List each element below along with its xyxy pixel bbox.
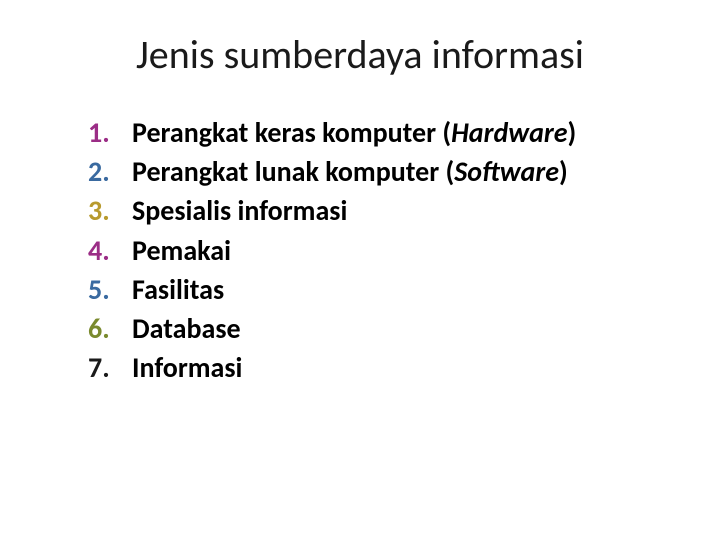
- list-item-text: Informasi: [132, 350, 242, 385]
- list-item-text: Perangkat keras komputer (: [132, 115, 451, 150]
- list-item: Pemakai: [88, 231, 632, 270]
- list-item: Database: [88, 309, 632, 348]
- list-item-text: Fasilitas: [132, 272, 224, 307]
- list-item: Perangkat keras komputer (Hardware): [88, 113, 632, 152]
- list-item-post: ): [567, 115, 576, 150]
- list-item: Perangkat lunak komputer (Software): [88, 152, 632, 191]
- list-item-text: Pemakai: [132, 233, 231, 268]
- list-item-em: Hardware: [451, 115, 567, 150]
- list-item-text: Spesialis informasi: [132, 193, 347, 228]
- slide: Jenis sumberdaya informasi Perangkat ker…: [0, 0, 720, 540]
- resource-list: Perangkat keras komputer (Hardware) Pera…: [88, 113, 632, 387]
- list-item: Fasilitas: [88, 270, 632, 309]
- list-item: Spesialis informasi: [88, 191, 632, 230]
- list-item-text: Database: [132, 311, 241, 346]
- list-item: Informasi: [88, 348, 632, 387]
- list-item-text: Perangkat lunak komputer (: [132, 154, 454, 189]
- list-item-post: ): [559, 154, 568, 189]
- slide-title: Jenis sumberdaya informasi: [88, 30, 632, 79]
- list-item-em: Software: [454, 154, 559, 189]
